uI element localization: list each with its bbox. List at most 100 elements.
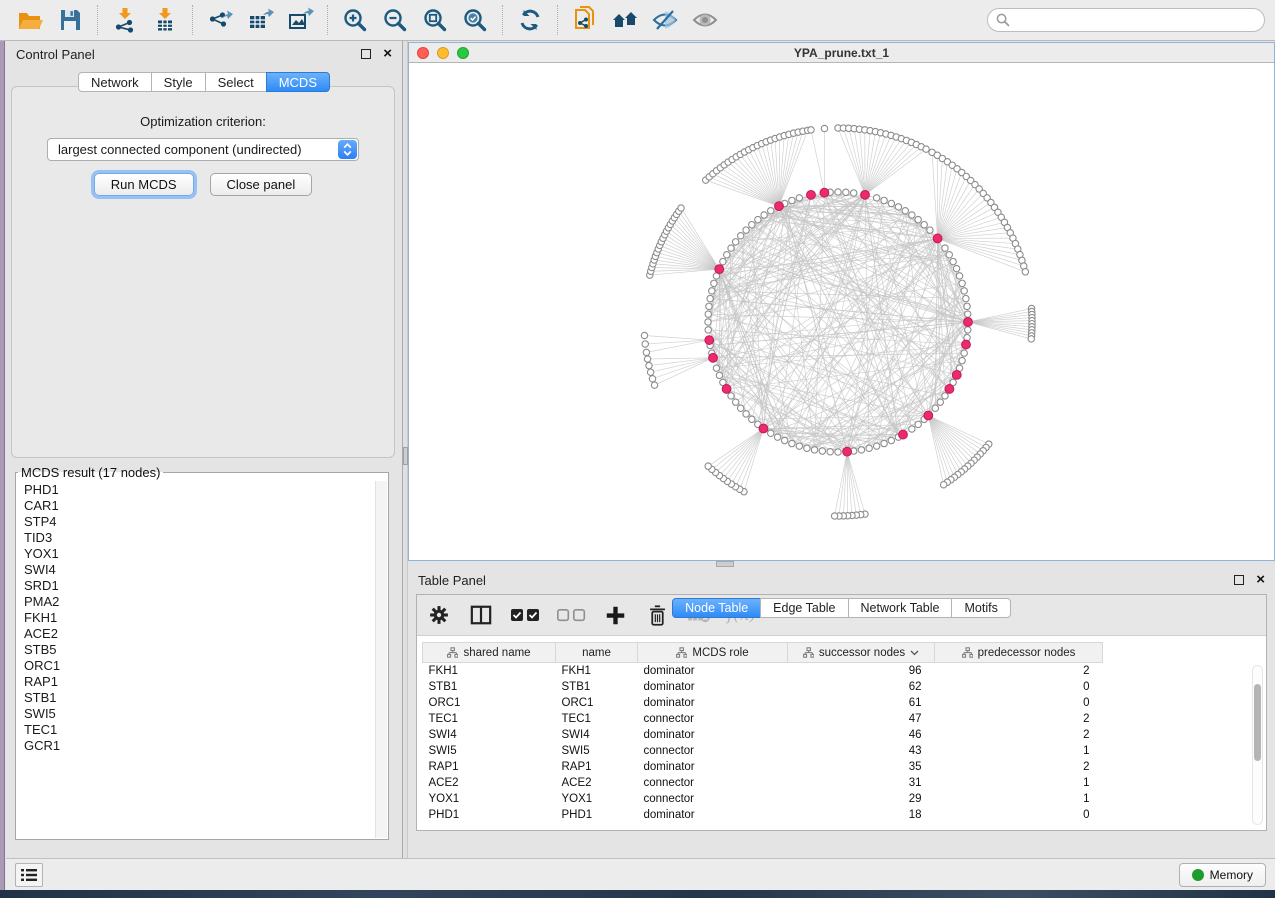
network-node[interactable] [705, 319, 711, 325]
mcds-result-item[interactable]: FKH1 [24, 610, 374, 626]
tab-style[interactable]: Style [151, 72, 206, 92]
network-leaf-node[interactable] [808, 127, 814, 133]
network-graph[interactable] [409, 63, 1274, 560]
network-leaf-node[interactable] [647, 369, 653, 375]
run-mcds-button[interactable]: Run MCDS [94, 173, 194, 196]
table-row[interactable]: FKH1FKH1dominator962 [423, 663, 1103, 679]
network-node[interactable] [755, 216, 761, 222]
network-dominator-node[interactable] [775, 202, 784, 211]
network-leaf-node[interactable] [643, 349, 649, 355]
network-node[interactable] [895, 204, 901, 210]
network-dominator-node[interactable] [722, 385, 731, 394]
houses-button[interactable] [605, 3, 645, 37]
network-node[interactable] [705, 311, 711, 317]
mcds-result-item[interactable]: CAR1 [24, 498, 374, 514]
network-node[interactable] [909, 426, 915, 432]
table-row[interactable]: PHD1PHD1dominator180 [423, 807, 1103, 823]
network-node[interactable] [965, 327, 971, 333]
save-session-button[interactable] [50, 3, 90, 37]
network-dominator-node[interactable] [945, 385, 954, 394]
zoom-out-button[interactable] [375, 3, 415, 37]
tab-network-table[interactable]: Network Table [848, 598, 953, 618]
network-node[interactable] [728, 393, 734, 399]
table-row[interactable]: RAP1RAP1dominator352 [423, 759, 1103, 775]
network-leaf-node[interactable] [1022, 269, 1028, 275]
refresh-button[interactable] [510, 3, 550, 37]
network-leaf-node[interactable] [649, 376, 655, 382]
network-node[interactable] [965, 311, 971, 317]
network-node[interactable] [932, 405, 938, 411]
network-dominator-node[interactable] [861, 190, 870, 199]
hide-graphics-details-button[interactable] [645, 3, 685, 37]
network-node[interactable] [915, 421, 921, 427]
mcds-result-item[interactable]: SWI5 [24, 706, 374, 722]
network-node[interactable] [774, 434, 780, 440]
tab-mcds[interactable]: MCDS [266, 72, 330, 92]
network-node[interactable] [728, 245, 734, 251]
network-node[interactable] [711, 280, 717, 286]
network-node[interactable] [804, 445, 810, 451]
network-leaf-node[interactable] [1028, 336, 1034, 342]
network-node[interactable] [706, 303, 712, 309]
float-panel-icon[interactable] [1234, 575, 1244, 585]
network-dominator-node[interactable] [820, 188, 829, 197]
search-input[interactable] [1015, 13, 1256, 27]
table-row[interactable]: SWI4SWI4dominator462 [423, 727, 1103, 743]
network-node[interactable] [937, 399, 943, 405]
network-node[interactable] [927, 227, 933, 233]
network-node[interactable] [959, 357, 965, 363]
network-node[interactable] [709, 288, 715, 294]
network-leaf-node[interactable] [642, 341, 648, 347]
network-node[interactable] [716, 372, 722, 378]
network-dominator-node[interactable] [924, 411, 933, 420]
network-node[interactable] [946, 252, 952, 258]
network-node[interactable] [961, 350, 967, 356]
network-dominator-node[interactable] [709, 353, 718, 362]
mcds-result-item[interactable]: TEC1 [24, 722, 374, 738]
search-box[interactable] [987, 8, 1265, 32]
network-node[interactable] [850, 190, 856, 196]
network-node[interactable] [942, 393, 948, 399]
network-dominator-node[interactable] [705, 336, 714, 345]
network-node[interactable] [953, 265, 959, 271]
mcds-result-item[interactable]: STP4 [24, 514, 374, 530]
network-node[interactable] [743, 227, 749, 233]
column-header-successor-nodes[interactable]: successor nodes [788, 643, 935, 663]
network-node[interactable] [737, 405, 743, 411]
network-leaf-node[interactable] [923, 146, 929, 152]
zoom-selected-button[interactable] [455, 3, 495, 37]
column-header-name[interactable]: name [556, 643, 638, 663]
table-row[interactable]: TEC1TEC1connector472 [423, 711, 1103, 727]
network-node[interactable] [873, 443, 879, 449]
network-node[interactable] [902, 208, 908, 214]
mcds-result-item[interactable]: ORC1 [24, 658, 374, 674]
network-node[interactable] [888, 437, 894, 443]
network-node[interactable] [819, 448, 825, 454]
tab-network[interactable]: Network [78, 72, 152, 92]
network-node[interactable] [811, 447, 817, 453]
column-header-predecessor-nodes[interactable]: predecessor nodes [935, 643, 1103, 663]
network-leaf-node[interactable] [705, 463, 711, 469]
close-panel-icon[interactable]: × [1256, 575, 1265, 585]
table-row[interactable]: ORC1ORC1dominator610 [423, 695, 1103, 711]
mcds-result-item[interactable]: SRD1 [24, 578, 374, 594]
export-network-button[interactable] [200, 3, 240, 37]
export-table-button[interactable] [240, 3, 280, 37]
mcds-result-item[interactable]: GCR1 [24, 738, 374, 754]
network-dominator-node[interactable] [899, 430, 908, 439]
criterion-dropdown[interactable]: largest connected component (undirected) [47, 138, 359, 161]
mcds-result-item[interactable]: SWI4 [24, 562, 374, 578]
table-row[interactable]: SWI5SWI5connector431 [423, 743, 1103, 759]
network-leaf-node[interactable] [641, 332, 647, 338]
network-node[interactable] [749, 416, 755, 422]
network-dominator-node[interactable] [964, 318, 973, 327]
network-leaf-node[interactable] [940, 482, 946, 488]
network-node[interactable] [827, 449, 833, 455]
mcds-result-item[interactable]: RAP1 [24, 674, 374, 690]
birds-eye-view-button[interactable] [685, 3, 725, 37]
network-node[interactable] [761, 212, 767, 218]
network-node[interactable] [720, 258, 726, 264]
network-node[interactable] [737, 233, 743, 239]
task-history-button[interactable] [15, 863, 43, 887]
network-node[interactable] [881, 440, 887, 446]
